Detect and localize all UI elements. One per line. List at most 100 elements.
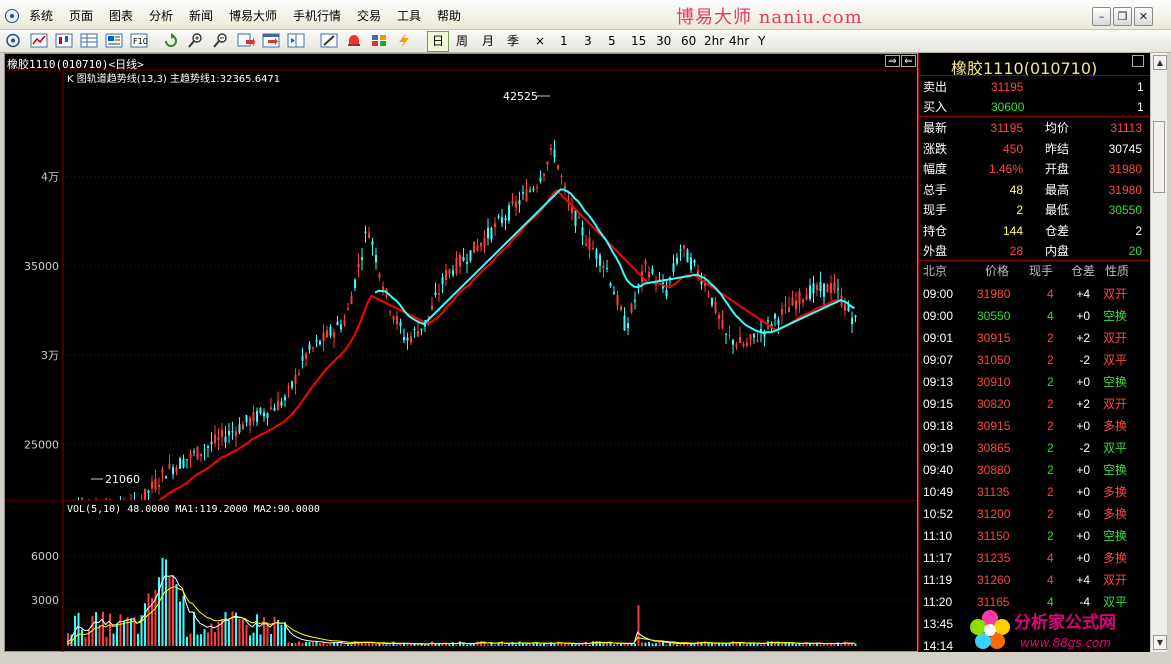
candle-body <box>630 304 633 313</box>
tick-oi-change: +0 <box>1076 375 1090 389</box>
period-tab-5min[interactable]: 5 <box>608 33 616 49</box>
volume-bar <box>252 632 255 646</box>
candle-body <box>210 441 213 445</box>
menu-mobile-quotes[interactable]: 手机行情 <box>293 8 341 24</box>
period-tab-week[interactable]: 周 <box>456 33 468 49</box>
menu-chart[interactable]: 图表 <box>109 8 133 24</box>
stat-value: 2 <box>1135 223 1142 238</box>
tick-oi-change: +0 <box>1076 309 1090 323</box>
period-tab-custom[interactable]: × <box>535 33 545 49</box>
candle-body <box>154 478 157 490</box>
chart-window-icon[interactable] <box>262 32 280 49</box>
volume-bar <box>137 633 139 646</box>
news-icon[interactable] <box>105 32 123 49</box>
kline-chart-area[interactable]: 橡胶1110(010710)<日线> ⇒ ⇐ 4万 35000 3万 25000 K … <box>4 53 918 652</box>
period-tab-month[interactable]: 月 <box>482 33 494 49</box>
tick-nature: 空换 <box>1103 309 1128 323</box>
candle-body <box>193 451 195 453</box>
menu-trade[interactable]: 交易 <box>357 8 381 24</box>
volume-bar <box>277 619 279 646</box>
period-tab-day[interactable]: 日 <box>427 31 449 52</box>
close-icon[interactable]: ✕ <box>1134 7 1153 26</box>
period-tab-15min[interactable]: 15 <box>631 33 646 49</box>
chart-expand-icon[interactable]: ⇐ <box>901 55 916 67</box>
candle-body <box>676 257 678 264</box>
candle-body <box>574 210 577 227</box>
scroll-up-icon[interactable]: ▲ <box>1153 55 1167 70</box>
candle-body <box>564 185 566 189</box>
period-tab-4hr[interactable]: 4hr <box>729 33 749 49</box>
home-icon[interactable] <box>4 32 22 49</box>
orderbook-volume: 1 <box>1137 80 1144 94</box>
menu-page[interactable]: 页面 <box>69 8 93 24</box>
tick-nature: 双开 <box>1103 397 1128 411</box>
export-icon[interactable] <box>237 32 255 49</box>
menu-analysis[interactable]: 分析 <box>149 8 173 24</box>
volume-bar <box>102 611 104 646</box>
period-tab-quarter[interactable]: 季 <box>507 33 519 49</box>
orderbook-price: 31195 <box>991 80 1024 94</box>
stat-value: 31980 <box>1108 182 1142 197</box>
candle-body <box>609 283 612 286</box>
volume-bar <box>343 644 346 646</box>
volume-bar <box>844 641 846 646</box>
table-icon[interactable] <box>80 32 98 49</box>
zoom-out-icon[interactable] <box>212 32 230 49</box>
candle-body <box>777 319 780 325</box>
candle-body <box>203 449 206 451</box>
palette-icon[interactable] <box>370 32 388 49</box>
tick-price: 30915 <box>977 331 1011 345</box>
lightning-icon[interactable] <box>395 32 413 49</box>
panel-toggle-icon[interactable] <box>1132 55 1144 67</box>
tick-time: 09:18 <box>923 419 954 433</box>
draw-icon[interactable] <box>320 32 338 49</box>
volume-bar <box>305 641 307 646</box>
period-tab-30min[interactable]: 30 <box>656 33 671 49</box>
period-tab-2hr[interactable]: 2hr <box>704 33 724 49</box>
candle-body <box>326 330 328 338</box>
volume-bar <box>469 644 472 646</box>
period-tab-1min[interactable]: 1 <box>560 33 568 49</box>
scroll-thumb[interactable] <box>1153 121 1165 193</box>
candle-body <box>746 342 748 346</box>
menu-news[interactable]: 新闻 <box>189 8 213 24</box>
alarm-icon[interactable] <box>345 32 363 49</box>
menu-boyi-master[interactable]: 博易大师 <box>229 8 277 24</box>
menu-system[interactable]: 系统 <box>29 8 53 24</box>
candle-body <box>445 269 447 280</box>
minimize-icon[interactable]: – <box>1092 7 1111 26</box>
zoom-in-icon[interactable] <box>187 32 205 49</box>
window-icon[interactable] <box>287 32 305 49</box>
tick-nature: 空换 <box>1103 529 1128 543</box>
volume-bar <box>406 643 409 646</box>
vertical-scrollbar[interactable]: ▲ ▼ <box>1150 53 1167 652</box>
candle-body <box>784 304 787 306</box>
period-tab-year[interactable]: Y <box>758 33 765 49</box>
line-chart-icon[interactable] <box>30 32 48 49</box>
menu-tools[interactable]: 工具 <box>397 8 421 24</box>
menu-help[interactable]: 帮助 <box>437 8 461 24</box>
high-price-annotation: 42525 <box>503 90 538 103</box>
price-pane[interactable]: 4万 35000 3万 25000 K 图轨道趋势线(13,3) 主趋势线1:3236… <box>5 70 917 500</box>
f10-icon[interactable]: F10 <box>130 32 148 49</box>
refresh-icon[interactable] <box>162 32 180 49</box>
candle-body <box>518 200 521 205</box>
tick-time: 11:17 <box>923 551 953 565</box>
tick-time: 09:40 <box>923 463 954 477</box>
volume-bar <box>81 629 83 646</box>
volume-bar <box>368 642 370 646</box>
candle-body <box>189 452 192 458</box>
system-menu-icon[interactable] <box>5 9 19 23</box>
candle-body <box>816 284 818 290</box>
restore-icon[interactable]: ❐ <box>1113 7 1132 26</box>
chart-shrink-icon[interactable]: ⇒ <box>885 55 900 67</box>
candle-body <box>802 299 804 303</box>
period-tab-60min[interactable]: 60 <box>681 33 696 49</box>
volume-bar <box>641 642 643 646</box>
ticks-header-0: 北京 <box>923 264 948 278</box>
period-tab-3min[interactable]: 3 <box>584 33 592 49</box>
candle-body <box>522 192 524 194</box>
candlestick-icon[interactable] <box>55 32 73 49</box>
volume-pane[interactable]: 6000 3000 VOL(5,10) 48.0000 MA1:119.2000 … <box>5 500 917 652</box>
tick-oi-change: +0 <box>1076 485 1090 499</box>
